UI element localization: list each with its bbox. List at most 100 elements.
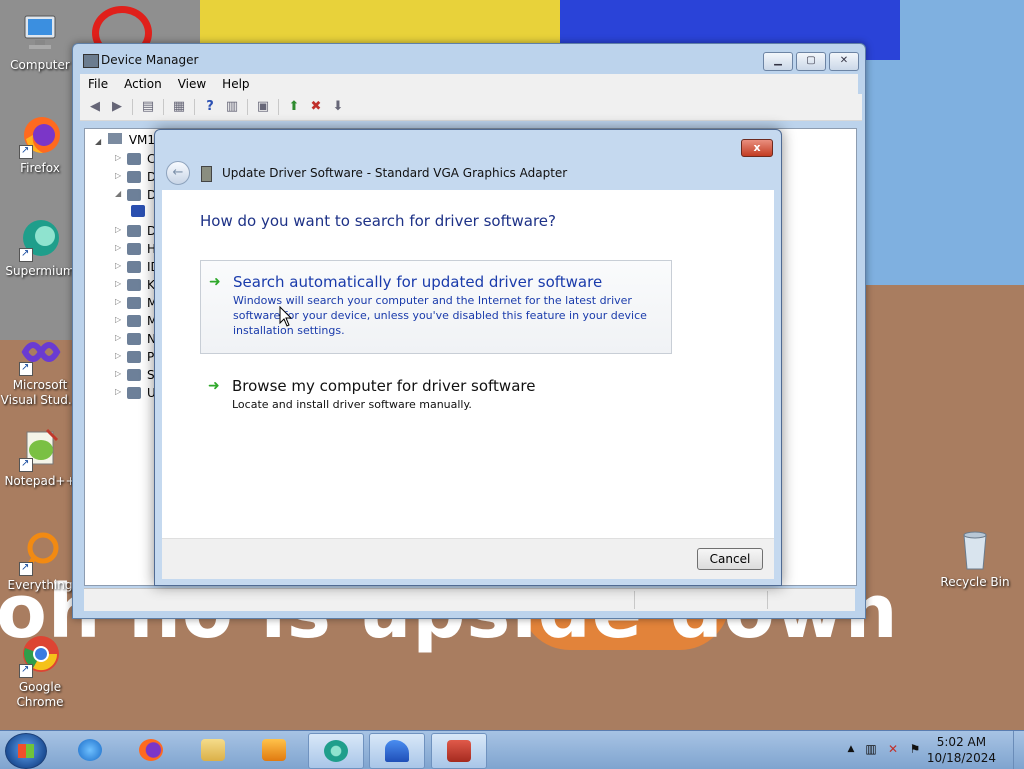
minimize-button[interactable]: ▁ <box>763 52 793 71</box>
clock-date: 10/18/2024 <box>926 751 996 765</box>
update-driver-dialog: x ← Update Driver Software - Standard VG… <box>154 129 782 586</box>
device-category-icon <box>127 261 141 273</box>
taskbar-media-player[interactable] <box>247 733 301 767</box>
clock[interactable]: 5:02 AM 10/18/2024 <box>927 734 996 766</box>
taskbar: ▲ ▥ ✕ ⚑ 5:02 AM 10/18/2024 <box>0 730 1024 769</box>
desktop-icon-label: Notepad++ <box>4 474 76 488</box>
taskbar-firefox[interactable] <box>124 733 178 767</box>
browse-computer-option[interactable]: ➜ Browse my computer for driver software… <box>200 365 670 415</box>
properties-icon[interactable]: ▦ <box>170 99 188 115</box>
action-pane-icon[interactable]: ▥ <box>223 99 241 115</box>
internet-explorer-icon <box>78 739 102 761</box>
taskbar-app-blue[interactable] <box>369 733 425 769</box>
cancel-button[interactable]: Cancel <box>697 548 763 570</box>
toolbar-separator <box>194 99 195 115</box>
desktop-icon-label: Supermium <box>5 264 75 278</box>
display-adapter-icon <box>127 189 141 201</box>
blue-app-icon <box>385 740 409 762</box>
expand-icon[interactable]: ▷ <box>115 243 121 252</box>
mouse-cursor-icon <box>279 305 293 328</box>
expand-icon[interactable]: ▷ <box>115 369 121 378</box>
expand-icon[interactable]: ▷ <box>115 297 121 306</box>
toolbar-separator <box>247 99 248 115</box>
expand-icon[interactable]: ▷ <box>115 333 121 342</box>
start-button[interactable] <box>5 733 47 769</box>
taskbar-internet-explorer[interactable] <box>63 733 117 767</box>
action-center-flag-icon[interactable]: ⚑ <box>908 742 922 756</box>
show-hide-console-tree-icon[interactable]: ▤ <box>139 99 157 115</box>
option-title: Browse my computer for driver software <box>232 377 536 395</box>
show-hidden-icons-arrow-icon[interactable]: ▲ <box>844 742 858 756</box>
desktop-icon-computer[interactable]: Computer <box>0 10 80 73</box>
keyboard-icon <box>127 279 141 291</box>
shortcut-arrow-icon <box>19 662 33 678</box>
collapse-icon[interactable]: ◢ <box>95 137 101 146</box>
desktop-icon-label: Firefox <box>20 161 60 175</box>
expand-icon[interactable]: ▷ <box>115 279 121 288</box>
search-automatically-option[interactable]: ➜ Search automatically for updated drive… <box>200 260 672 354</box>
desktop-icon-label: Microsoft Visual Stud... <box>0 378 80 407</box>
visual-studio-icon <box>17 330 63 376</box>
windows-logo-icon <box>18 744 34 758</box>
dialog-title: Update Driver Software - Standard VGA Gr… <box>222 166 568 180</box>
usb-icon <box>127 387 141 399</box>
device-manager-icon <box>83 54 99 68</box>
taskbar-supermium[interactable] <box>308 733 364 769</box>
menu-view[interactable]: View <box>170 77 214 91</box>
expand-icon[interactable]: ▷ <box>115 351 121 360</box>
network-icon <box>127 333 141 345</box>
desktop-icon-visual-studio[interactable]: Microsoft Visual Stud... <box>0 330 80 408</box>
folder-icon <box>201 739 225 761</box>
desktop-icon-supermium[interactable]: Supermium <box>0 216 80 279</box>
desktop-icon-everything[interactable]: Everything <box>0 530 80 593</box>
recycle-bin-icon <box>952 527 998 573</box>
chrome-icon <box>17 632 63 678</box>
scan-hardware-icon[interactable]: ▣ <box>254 99 272 115</box>
menu-file[interactable]: File <box>80 77 116 91</box>
expand-icon[interactable]: ▷ <box>115 261 121 270</box>
back-arrow-icon[interactable]: ◀ <box>86 99 104 115</box>
monitor-icon <box>127 315 141 327</box>
toolbar: ◀ ▶ ▤ ▦ ? ▥ ▣ ⬆ ✖ ⬇ <box>80 94 862 121</box>
maximize-button[interactable]: ▢ <box>796 52 826 71</box>
tree-root[interactable]: ◢ VM1 <box>95 133 155 147</box>
shortcut-arrow-icon <box>19 560 33 576</box>
menu-action[interactable]: Action <box>116 77 170 91</box>
taskbar-device-manager[interactable] <box>431 733 487 769</box>
expand-icon[interactable]: ▷ <box>115 153 121 162</box>
desktop-icon-recycle-bin[interactable]: Recycle Bin <box>935 527 1015 590</box>
show-desktop-button[interactable] <box>1013 731 1024 769</box>
expand-icon[interactable]: ▷ <box>115 225 121 234</box>
desktop-icon-google-chrome[interactable]: Google Chrome <box>0 632 80 710</box>
shortcut-arrow-icon <box>19 143 33 159</box>
volume-muted-icon[interactable]: ✕ <box>886 742 900 756</box>
forward-arrow-icon[interactable]: ▶ <box>108 99 126 115</box>
dialog-close-button[interactable]: x <box>741 139 773 157</box>
shortcut-arrow-icon <box>19 360 33 376</box>
expand-icon[interactable]: ▷ <box>115 315 121 324</box>
expand-icon[interactable]: ▷ <box>115 387 121 396</box>
device-manager-titlebar[interactable]: Device Manager ▁ ▢ ✕ <box>73 44 865 74</box>
help-icon[interactable]: ? <box>201 99 219 115</box>
network-icon[interactable]: ▥ <box>864 742 878 756</box>
tree-root-label: VM1 <box>128 133 156 147</box>
menu-help[interactable]: Help <box>214 77 257 91</box>
taskbar-file-explorer[interactable] <box>186 733 240 767</box>
supermium-icon <box>17 216 63 262</box>
desktop-icon-notepad-plus-plus[interactable]: Notepad++ <box>0 426 80 489</box>
collapse-icon[interactable]: ◢ <box>115 189 121 198</box>
expand-icon[interactable]: ▷ <box>115 171 121 180</box>
device-category-icon <box>127 243 141 255</box>
back-arrow-icon[interactable]: ← <box>166 161 190 185</box>
uninstall-device-icon[interactable]: ✖ <box>307 99 325 115</box>
status-divider <box>767 591 768 609</box>
disable-device-icon[interactable]: ⬇ <box>329 99 347 115</box>
device-manager-icon <box>447 740 471 762</box>
desktop-icon-label: Google Chrome <box>16 680 64 709</box>
close-button[interactable]: ✕ <box>829 52 859 71</box>
notepad-plus-plus-icon <box>17 426 63 472</box>
desktop-icon-firefox[interactable]: Firefox <box>0 113 80 176</box>
system-device-icon <box>127 369 141 381</box>
everything-icon <box>17 530 63 576</box>
update-driver-icon[interactable]: ⬆ <box>285 99 303 115</box>
